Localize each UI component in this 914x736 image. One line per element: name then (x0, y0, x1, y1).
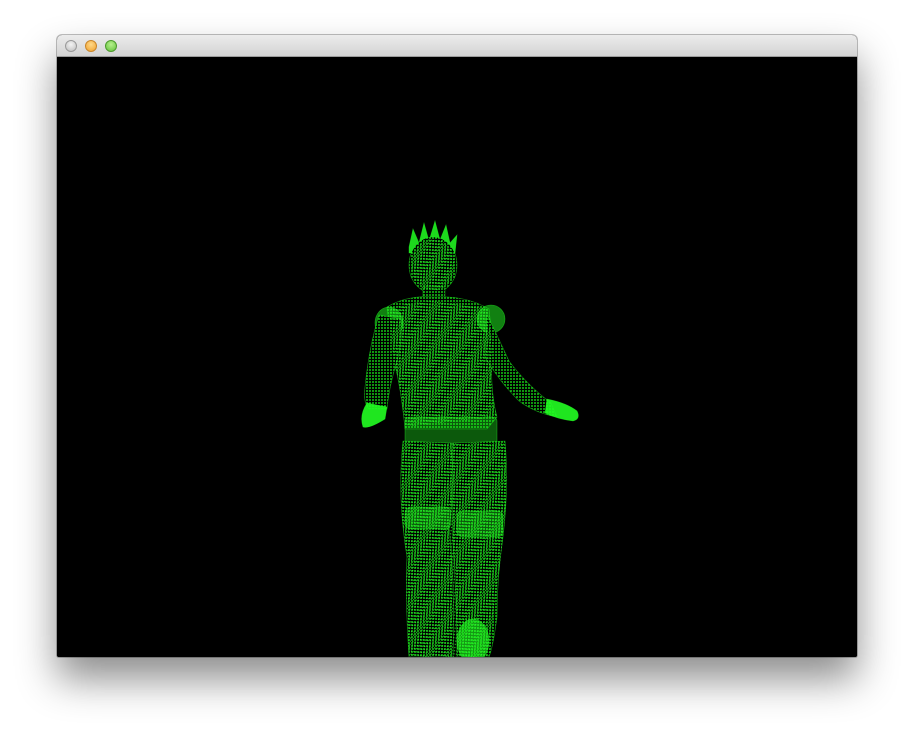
window-titlebar[interactable] (57, 35, 857, 57)
minimize-button[interactable] (85, 40, 97, 52)
figure-right-hand (544, 398, 579, 422)
maximize-button[interactable] (105, 40, 117, 52)
app-window (57, 35, 857, 657)
render-viewport[interactable] (57, 57, 857, 657)
desktop (0, 0, 914, 736)
close-button[interactable] (65, 40, 77, 52)
point-cloud-canvas[interactable] (57, 57, 857, 657)
figure-left-hand (361, 402, 388, 428)
